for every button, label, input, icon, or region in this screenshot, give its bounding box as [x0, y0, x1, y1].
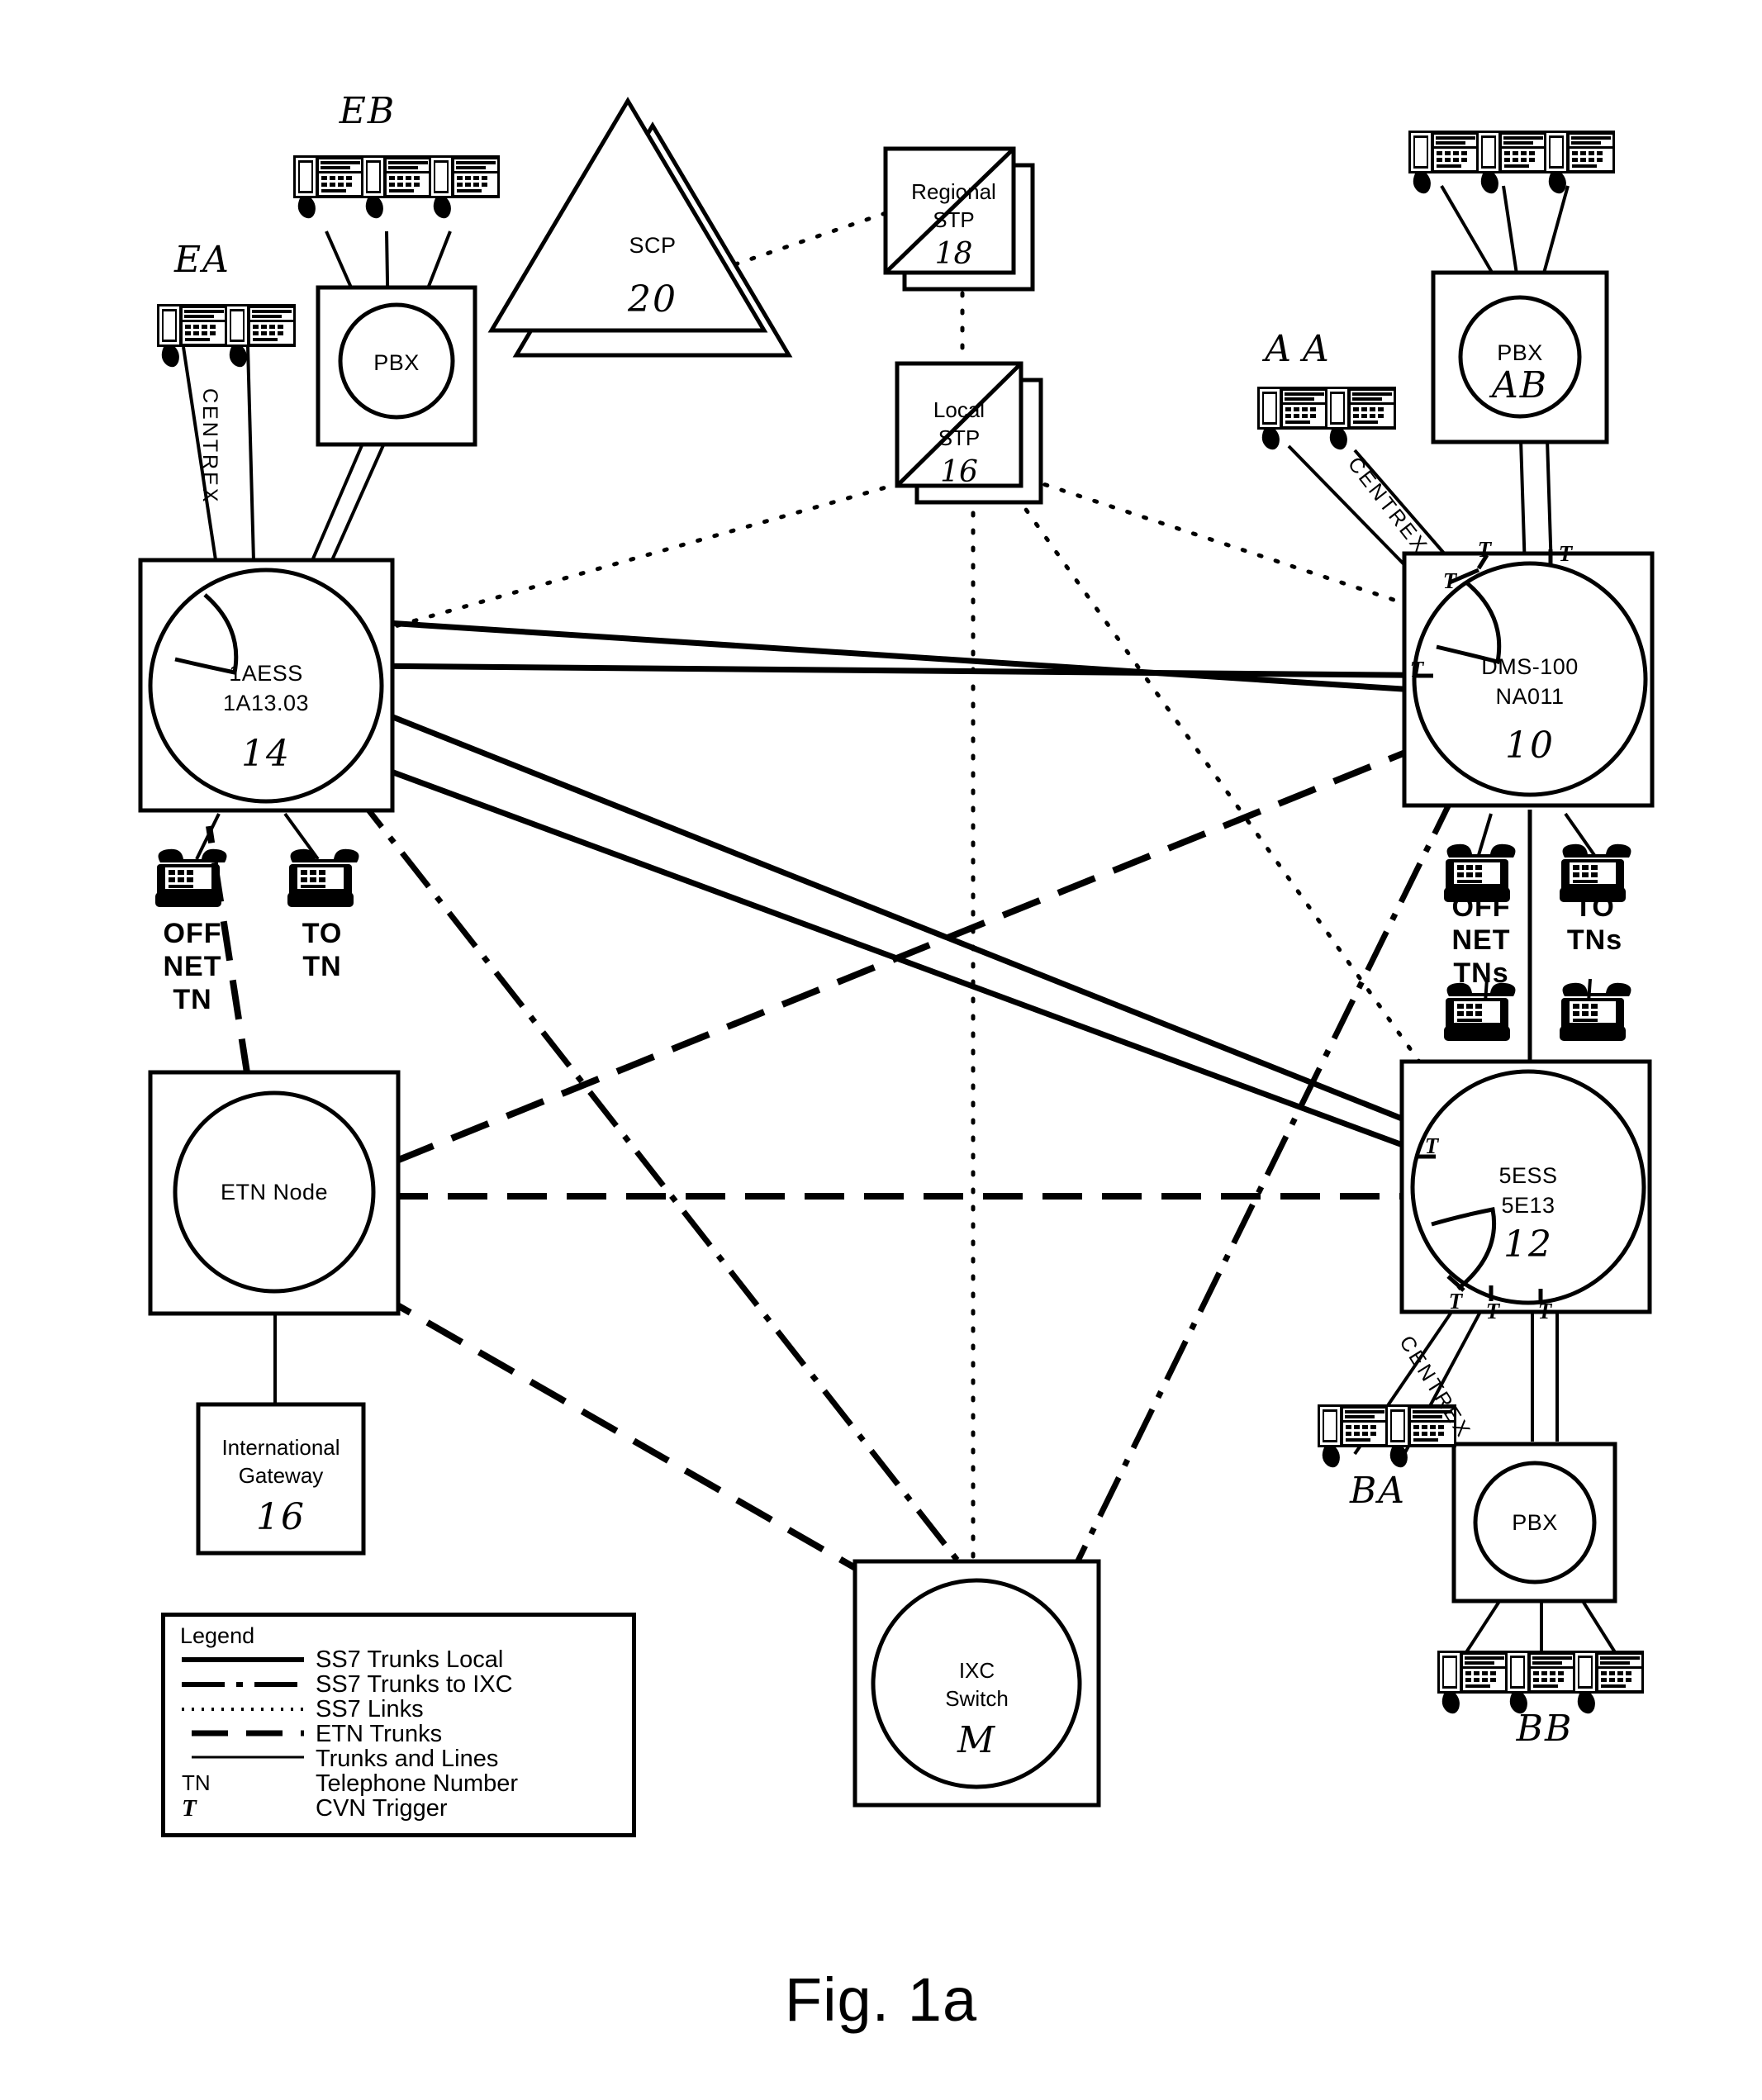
intl-gateway-label-2: Gateway [238, 1463, 324, 1488]
ixc-switch-label-2: Switch [945, 1686, 1009, 1711]
etn-node-label: ETN Node [220, 1180, 329, 1204]
ess1a-label-2: 1A13.03 [222, 691, 310, 715]
pbx-bottom-right-label: PBX [1512, 1510, 1558, 1535]
ess5-ref: 12 [1503, 1223, 1553, 1266]
trigger-5ess-3: T [1485, 1299, 1500, 1323]
legend-key-tn: TN [182, 1770, 211, 1795]
phone-ess1a-totn [287, 848, 359, 907]
regional-stp-label-2: STP [933, 207, 975, 232]
intl-gateway-label-1: International [221, 1435, 340, 1460]
trigger-5ess-4: T [1537, 1299, 1552, 1323]
regional-stp-label-1: Regional [911, 179, 996, 204]
regional-stp-ref: 18 [934, 237, 973, 271]
ess5-label-2: 5E13 [1501, 1193, 1555, 1218]
local-stp-ref: 16 [940, 455, 978, 489]
ixc-switch-ref: M [957, 1719, 997, 1761]
legend: Legend SS7 Trunks Local SS7 Trunks to IX… [161, 1613, 636, 1837]
trigger-dms-2: T [1442, 568, 1457, 593]
phone-ess1a-offnet [155, 848, 227, 907]
local-stp-label-1: Local [933, 397, 985, 422]
ess1a-ref: 14 [241, 733, 291, 775]
dms100-label-2: NA011 [1495, 684, 1565, 709]
patent-figure-page: SCP 20 Regional STP 18 Local STP 16 1AES… [0, 0, 1762, 2100]
phone-dms-offnet-2 [1444, 982, 1516, 1041]
ess5-label-1: 5ESS [1498, 1163, 1558, 1188]
legend-label-1: SS7 Trunks to IXC [316, 1671, 513, 1698]
ss7-trunks-local-group [246, 612, 1532, 1176]
line-ab3-pbxtr [1539, 185, 1570, 286]
tn-label-ess1a-offnet: OFF NET TN [163, 918, 222, 1016]
group-ref-aa: AA [1265, 328, 1341, 370]
dms100-label-1: DMS-100 [1481, 654, 1579, 679]
ss7-trunk-1aess-5ess-b [246, 715, 1480, 1176]
intl-gateway-ref: 16 [256, 1496, 306, 1538]
phone-group-ab [1408, 131, 1615, 194]
legend-label-3: ETN Trunks [316, 1721, 443, 1747]
ss7-trunk-1aess-5ess-a [271, 666, 1489, 1156]
phone-group-eb [293, 155, 500, 219]
pbx-top-right-label: PBX [1497, 340, 1543, 365]
figure-caption: Fig. 1a [784, 1965, 978, 2034]
centrex-label-left: CENTREX [198, 388, 221, 505]
pbx-left-label: PBX [373, 350, 420, 375]
pbx-top-right-ref: AB [1491, 364, 1549, 406]
tn-label-dms-offnet: OFF NET TNs [1451, 891, 1511, 990]
etn-trunk-etnnode-dms100 [395, 720, 1480, 1164]
trigger-5ess-1: T [1424, 1133, 1439, 1158]
line-ab1-pbxtr [1440, 184, 1501, 287]
phone-dms-totns-2 [1560, 982, 1631, 1041]
group-ref-bb: BB [1516, 1708, 1574, 1750]
scp-ref: 20 [628, 278, 677, 321]
ss7-link-scp-regionalstp [733, 211, 888, 267]
ess1a-label-1: 1AESS [229, 661, 303, 686]
ixc-switch-label-1: IXC [958, 1658, 995, 1683]
ss7-trunk-1aess-dms100-a [272, 612, 1479, 697]
trigger-dms-1: T [1477, 537, 1492, 562]
ss7-trunk-1aess-dms100-b [262, 662, 1482, 679]
line-ab2-pbxtr [1502, 185, 1520, 286]
dms100-ref: 10 [1505, 725, 1555, 767]
phone-group-ba [1318, 1404, 1456, 1468]
legend-key-t: T [182, 1795, 197, 1822]
local-stp-label-2: STP [938, 425, 981, 450]
phone-group-aa [1257, 387, 1396, 450]
trigger-5ess-2: T [1448, 1289, 1463, 1314]
scp-label: SCP [629, 233, 677, 258]
ss7-trunks-ixc-group [353, 725, 1490, 1596]
etn-trunk-etnnode-ixc [374, 1290, 881, 1585]
group-ref-ea: EA [174, 239, 230, 281]
phone-group-bb [1437, 1651, 1644, 1714]
phone-group-ea [157, 304, 296, 368]
trigger-dms-4: T [1409, 657, 1424, 682]
group-ref-eb: EB [339, 90, 397, 132]
legend-label-4: Trunks and Lines [316, 1746, 499, 1772]
line-dms-offnet-a [1477, 813, 1493, 856]
legend-label-5: Telephone Number [316, 1770, 519, 1797]
trigger-dms-3: T [1558, 541, 1573, 566]
tn-label-ess1a-totn: TO TN [302, 918, 343, 983]
ixc-switch-node [853, 1559, 1101, 1808]
legend-label-0: SS7 Trunks Local [316, 1646, 504, 1673]
legend-label-6: CVN Trigger [316, 1795, 448, 1822]
group-ref-ba: BA [1349, 1470, 1407, 1512]
tn-label-dms-totns: TO TNs [1566, 891, 1623, 957]
legend-label-2: SS7 Links [316, 1696, 424, 1722]
